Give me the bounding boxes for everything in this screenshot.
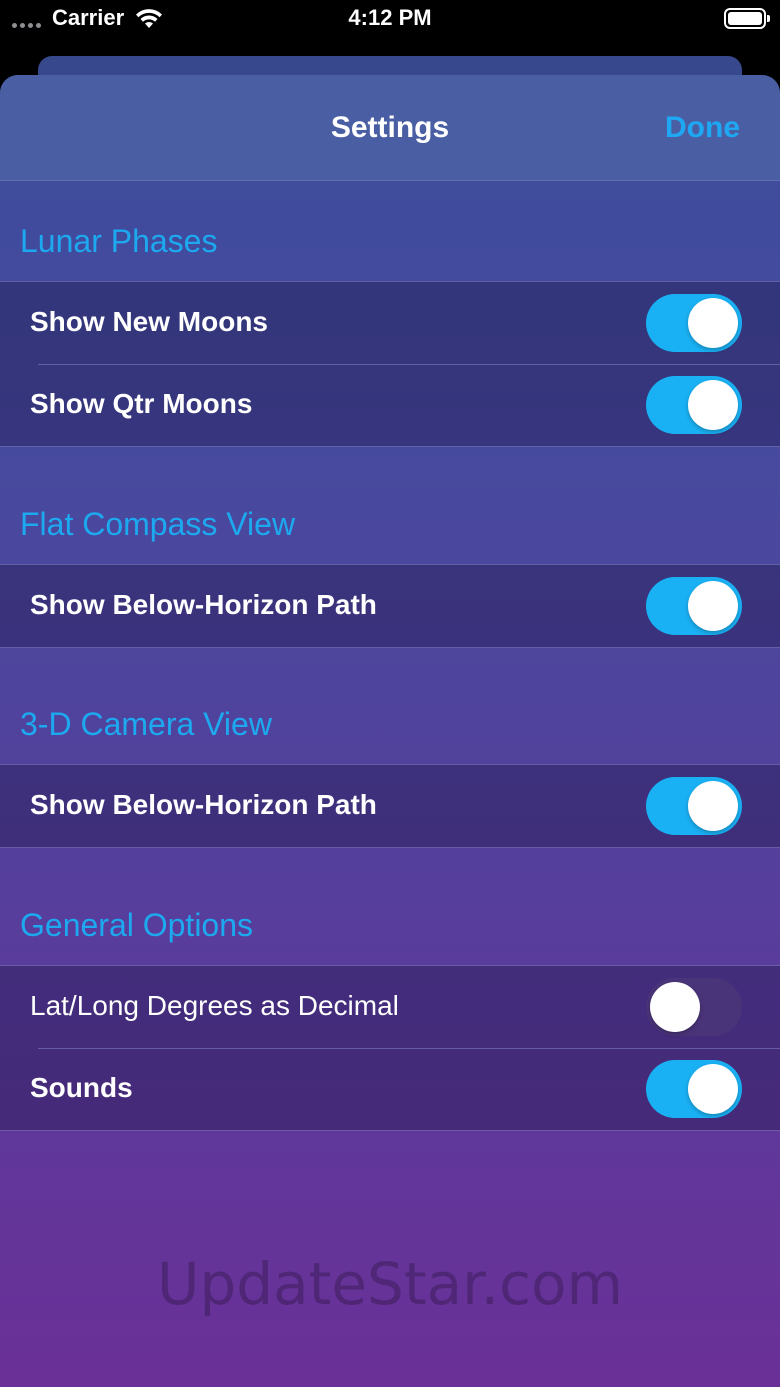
- toggle-flat-below-horizon-path[interactable]: [646, 577, 742, 635]
- toggle-knob: [688, 298, 738, 348]
- toggle-show-qtr-moons[interactable]: [646, 376, 742, 434]
- status-bar: Carrier 4:12 PM: [0, 0, 780, 40]
- toggle-sounds[interactable]: [646, 1060, 742, 1118]
- section-header-lunar-phases: Lunar Phases: [20, 223, 218, 259]
- toggle-show-new-moons[interactable]: [646, 294, 742, 352]
- done-button[interactable]: Done: [665, 111, 740, 145]
- section-header-general-options: General Options: [20, 907, 254, 943]
- toggle-knob: [650, 982, 700, 1032]
- row-lat-long-decimal[interactable]: Lat/Long Degrees as Decimal: [0, 966, 780, 1048]
- row-label: Sounds: [30, 1072, 133, 1103]
- watermark-text: UpdateStar.com: [157, 1250, 623, 1318]
- page-title: Settings: [330, 111, 450, 144]
- group-3d-camera-view: Show Below-Horizon Path: [0, 764, 780, 848]
- clock-time: 4:12 PM: [348, 5, 432, 30]
- row-show-qtr-moons[interactable]: Show Qtr Moons: [0, 364, 780, 446]
- row-label: Show New Moons: [30, 306, 268, 337]
- row-sounds[interactable]: Sounds: [0, 1048, 780, 1130]
- section-header-flat-compass-view: Flat Compass View: [20, 506, 296, 542]
- row-camera-below-horizon-path[interactable]: Show Below-Horizon Path: [0, 765, 780, 847]
- settings-sheet: Settings Done Lunar Phases Show New Moon…: [0, 75, 780, 1387]
- row-flat-below-horizon-path[interactable]: Show Below-Horizon Path: [0, 565, 780, 647]
- toggle-knob: [688, 380, 738, 430]
- battery-icon: [724, 8, 770, 29]
- toggle-knob: [688, 1064, 738, 1114]
- toggle-camera-below-horizon-path[interactable]: [646, 777, 742, 835]
- group-lunar-phases: Show New Moons Show Qtr Moons: [0, 281, 780, 447]
- group-general-options: Lat/Long Degrees as Decimal Sounds: [0, 965, 780, 1131]
- row-show-new-moons[interactable]: Show New Moons: [0, 282, 780, 364]
- toggle-knob: [688, 581, 738, 631]
- section-header-3d-camera-view: 3-D Camera View: [20, 706, 272, 742]
- navigation-bar: Settings Done: [0, 75, 780, 181]
- row-label: Show Below-Horizon Path: [30, 789, 377, 820]
- row-label: Show Qtr Moons: [30, 388, 253, 419]
- row-label: Lat/Long Degrees as Decimal: [30, 990, 399, 1021]
- row-label: Show Below-Horizon Path: [30, 589, 377, 620]
- toggle-knob: [688, 781, 738, 831]
- group-flat-compass-view: Show Below-Horizon Path: [0, 564, 780, 648]
- toggle-lat-long-decimal[interactable]: [646, 978, 742, 1036]
